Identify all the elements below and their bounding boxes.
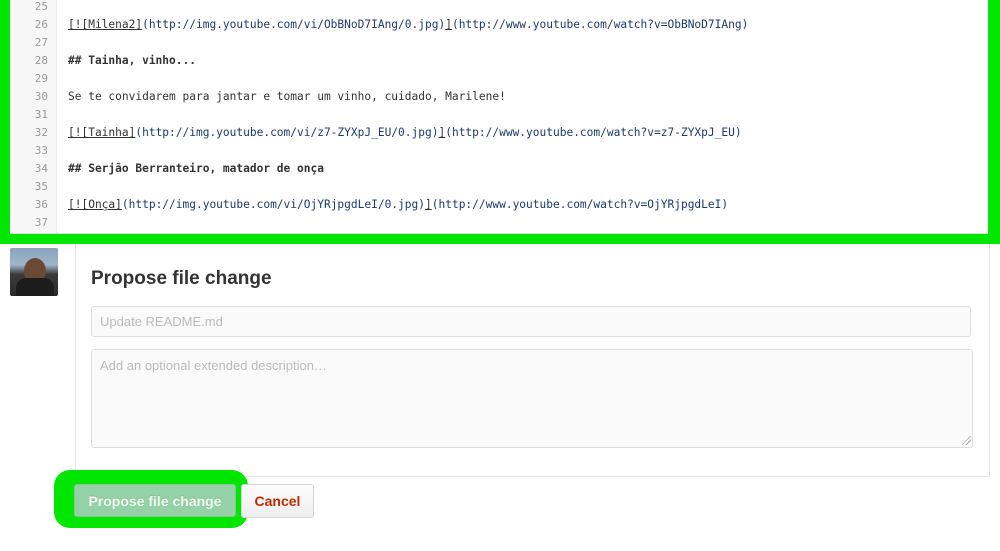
avatar [10,248,58,296]
line-number: 27 [34,36,48,49]
avatar-body [16,278,54,296]
line-code: ## Serjão Berranteiro, matador de onça [68,160,324,178]
line-number: 32 [34,126,48,139]
propose-file-change-button[interactable]: Propose file change [74,484,236,517]
image-url: (http://img.youtube.com/vi/ObBNoD7IAng/0… [142,18,446,31]
commit-summary-input[interactable] [91,306,971,337]
line-number: 37 [34,216,48,229]
commit-description-input[interactable] [91,349,973,448]
line-number: 26 [34,18,48,31]
image-url: (http://img.youtube.com/vi/OjYRjpgdLeI/0… [121,198,425,211]
cancel-button[interactable]: Cancel [241,484,314,518]
image-url: (http://img.youtube.com/vi/z7-ZYXpJ_EU/0… [135,126,439,139]
line-code: [![Milena2](http://img.youtube.com/vi/Ob… [68,16,748,34]
line-code: [![Onça](http://img.youtube.com/vi/OjYRj… [68,196,728,214]
line-number: 35 [34,180,48,193]
editor-line: 28 ## Tainha, vinho... [10,52,988,70]
editor-line: 33 [10,142,988,160]
link-url: (http://www.youtube.com/watch?v=ObBNoD7I… [451,18,749,31]
line-number: 30 [34,90,48,103]
line-number: 34 [34,162,48,175]
line-number: 29 [34,72,48,85]
link-close-bracket: ] [425,198,432,211]
editor-line: 26 [![Milena2](http://img.youtube.com/vi/… [10,16,988,34]
editor-line: 35 [10,178,988,196]
link-url: (http://www.youtube.com/watch?v=z7-ZYXpJ… [445,126,742,139]
line-code: Se te convidarem para jantar e tomar um … [68,90,506,103]
editor-line: 30 Se te convidarem para jantar e tomar u… [10,88,988,106]
markdown-heading: ## Tainha, vinho... [68,54,196,67]
editor-line: 27 [10,34,988,52]
resize-grip-icon[interactable] [962,436,971,445]
line-number: 36 [34,198,48,211]
line-number: 25 [34,0,48,13]
link-alt-text: [![Milena2] [68,18,143,31]
link-close-bracket: ] [445,18,452,31]
line-number: 33 [34,144,48,157]
link-url: (http://www.youtube.com/watch?v=OjYRjpgd… [431,198,729,211]
line-number: 28 [34,54,48,67]
editor-line: 29 [10,70,988,88]
editor-line: 25 [10,0,988,16]
code-editor[interactable]: 25 26 [![Milena2](http://img.youtube.com/v… [10,0,988,234]
link-alt-text: [![Tainha] [68,126,136,139]
editor-line: 37 [10,214,988,232]
editor-line: 32 [![Tainha](http://img.youtube.com/vi/z… [10,124,988,142]
line-number: 31 [34,108,48,121]
line-code: [![Tainha](http://img.youtube.com/vi/z7-… [68,124,742,142]
link-alt-text: [![Onça] [68,198,122,211]
editor-line: 36 [![Onça](http://img.youtube.com/vi/OjY… [10,196,988,214]
commit-form-title: Propose file change [91,268,272,289]
markdown-heading: ## Serjão Berranteiro, matador de onça [68,162,324,175]
editor-line: 34 ## Serjão Berranteiro, matador de onça [10,160,988,178]
line-code: ## Tainha, vinho... [68,52,196,70]
editor-line: 31 [10,106,988,124]
